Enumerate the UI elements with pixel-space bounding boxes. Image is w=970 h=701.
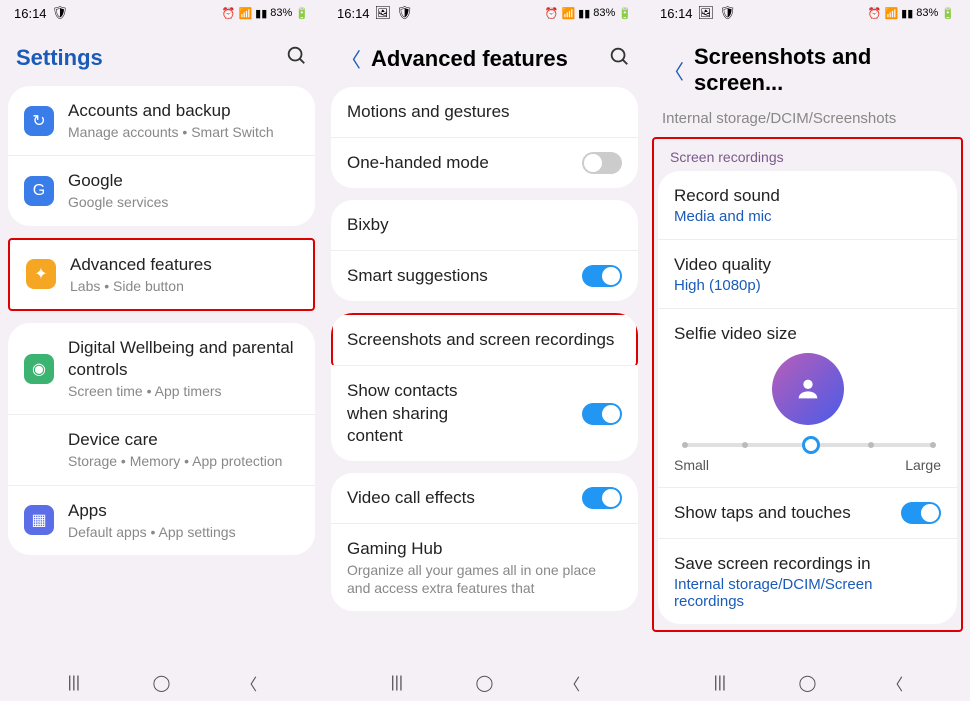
wifi-icon: 📶 — [238, 7, 252, 20]
back-button[interactable]: 〈 — [883, 675, 907, 691]
wifi-icon: 📶 — [561, 7, 575, 20]
section-label: Screen recordings — [654, 139, 961, 171]
recents-button[interactable]: ||| — [708, 675, 732, 691]
signal-icon: ▮▮ — [901, 7, 913, 20]
item-screenshots-recordings[interactable]: Screenshots and screen recordings — [331, 313, 638, 366]
avatar-icon — [772, 353, 844, 425]
back-icon[interactable]: 〈 — [339, 44, 363, 73]
nav-bar: ||| ◯ 〈 — [646, 665, 969, 701]
search-icon[interactable] — [608, 45, 630, 73]
card-recordings: Record sound Media and mic Video quality… — [658, 171, 957, 624]
breadcrumb-cut: Internal storage/DCIM/Screenshots — [646, 110, 969, 133]
home-button[interactable]: ◯ — [472, 675, 496, 691]
card-motions: Motions and gestures One-handed mode — [331, 87, 638, 188]
back-button[interactable]: 〈 — [560, 675, 584, 691]
item-device-care[interactable]: Device careStorage • Memory • App protec… — [8, 415, 315, 485]
battery-text: 83% — [270, 7, 292, 19]
signal-icon: ▮▮ — [255, 7, 267, 20]
battery-icon: 🔋 — [941, 7, 955, 20]
device-care-icon — [24, 435, 54, 465]
card-bixby: Bixby Smart suggestions — [331, 200, 638, 301]
recents-button[interactable]: ||| — [385, 675, 409, 691]
item-wellbeing[interactable]: ◉ Digital Wellbeing and parental control… — [8, 323, 315, 415]
card-wellbeing: ◉ Digital Wellbeing and parental control… — [8, 323, 315, 555]
screen-screenshots-settings: 16:14🖼🛡 ⏰📶▮▮83%🔋 〈 Screenshots and scree… — [646, 0, 969, 701]
page-title: Screenshots and screen... — [694, 44, 953, 96]
wifi-icon: 📶 — [884, 7, 898, 20]
signal-icon: ▮▮ — [578, 7, 590, 20]
item-show-taps[interactable]: Show taps and touches — [658, 488, 957, 539]
content: ↻ Accounts and backupManage accounts • S… — [0, 86, 323, 665]
item-video-call-effects[interactable]: Video call effects — [331, 473, 638, 524]
item-video-quality[interactable]: Video quality High (1080p) — [658, 240, 957, 309]
item-bixby[interactable]: Bixby — [331, 200, 638, 251]
item-google[interactable]: G GoogleGoogle services — [8, 156, 315, 225]
item-save-location[interactable]: Save screen recordings in Internal stora… — [658, 539, 957, 624]
alarm-icon: ⏰ — [222, 7, 236, 20]
card-video: Video call effects Gaming Hub Organize a… — [331, 473, 638, 612]
item-record-sound[interactable]: Record sound Media and mic — [658, 171, 957, 240]
item-smart-suggestions[interactable]: Smart suggestions — [331, 251, 638, 301]
video-call-toggle[interactable] — [582, 487, 622, 509]
page-title: Advanced features — [371, 46, 600, 72]
sync-icon: ↻ — [24, 106, 54, 136]
gear-icon: ✦ — [26, 259, 56, 289]
battery-icon: 🔋 — [295, 7, 309, 20]
item-apps[interactable]: ▦ AppsDefault apps • App settings — [8, 486, 315, 555]
status-bar: 16:14 🛡 ⏰📶▮▮83%🔋 — [0, 0, 323, 26]
screen-recordings-section-highlighted: Screen recordings Record sound Media and… — [652, 137, 963, 632]
nav-bar: ||| ◯ 〈 — [0, 665, 323, 701]
battery-icon: 🔋 — [618, 7, 632, 20]
slider-thumb[interactable] — [802, 436, 820, 454]
apps-icon: ▦ — [24, 505, 54, 535]
item-motions[interactable]: Motions and gestures — [331, 87, 638, 138]
item-gaming-hub[interactable]: Gaming Hub Organize all your games all i… — [331, 524, 638, 611]
back-button[interactable]: 〈 — [237, 675, 261, 691]
slider-label-small: Small — [674, 457, 709, 473]
shield-icon: 🛡 — [52, 5, 69, 21]
back-icon[interactable]: 〈 — [662, 56, 686, 85]
slider-label-large: Large — [905, 457, 941, 473]
item-one-handed[interactable]: One-handed mode — [331, 138, 638, 188]
smart-suggestions-toggle[interactable] — [582, 265, 622, 287]
alarm-icon: ⏰ — [545, 7, 559, 20]
one-handed-toggle[interactable] — [582, 152, 622, 174]
item-advanced-features[interactable]: ✦ Advanced featuresLabs • Side button — [10, 240, 313, 309]
status-bar: 16:14🖼🛡 ⏰📶▮▮83%🔋 — [646, 0, 969, 26]
image-icon: 🖼 — [698, 5, 715, 21]
home-button[interactable]: ◯ — [795, 675, 819, 691]
shield-icon: 🛡 — [719, 5, 736, 21]
status-bar: 16:14🖼🛡 ⏰📶▮▮83%🔋 — [323, 0, 646, 26]
show-contacts-toggle[interactable] — [582, 403, 622, 425]
status-time: 16:14 — [14, 6, 47, 21]
content: Motions and gestures One-handed mode Bix… — [323, 87, 646, 665]
recents-button[interactable]: ||| — [62, 675, 86, 691]
wellbeing-icon: ◉ — [24, 354, 54, 384]
shield-icon: 🛡 — [396, 5, 413, 21]
nav-bar: ||| ◯ 〈 — [323, 665, 646, 701]
item-show-contacts[interactable]: Show contacts when sharing content — [331, 366, 638, 460]
selfie-size-slider[interactable] — [682, 443, 933, 447]
header: 〈 Advanced features — [323, 26, 646, 87]
item-selfie-size[interactable]: Selfie video size Small Large — [658, 309, 957, 488]
screen-advanced-features: 16:14🖼🛡 ⏰📶▮▮83%🔋 〈 Advanced features Mot… — [323, 0, 646, 701]
search-icon[interactable] — [285, 44, 307, 72]
home-button[interactable]: ◯ — [149, 675, 173, 691]
page-title: Settings — [16, 45, 277, 71]
alarm-icon: ⏰ — [868, 7, 882, 20]
show-taps-toggle[interactable] — [901, 502, 941, 524]
card-accounts: ↻ Accounts and backupManage accounts • S… — [8, 86, 315, 226]
header: Settings — [0, 26, 323, 86]
screen-settings: 16:14 🛡 ⏰📶▮▮83%🔋 Settings ↻ Accounts and … — [0, 0, 323, 701]
card-advanced-highlighted: ✦ Advanced featuresLabs • Side button — [8, 238, 315, 311]
header: 〈 Screenshots and screen... — [646, 26, 969, 110]
item-accounts-backup[interactable]: ↻ Accounts and backupManage accounts • S… — [8, 86, 315, 156]
google-icon: G — [24, 176, 54, 206]
image-icon: 🖼 — [375, 5, 392, 21]
card-screenshots: Screenshots and screen recordings Show c… — [331, 313, 638, 460]
